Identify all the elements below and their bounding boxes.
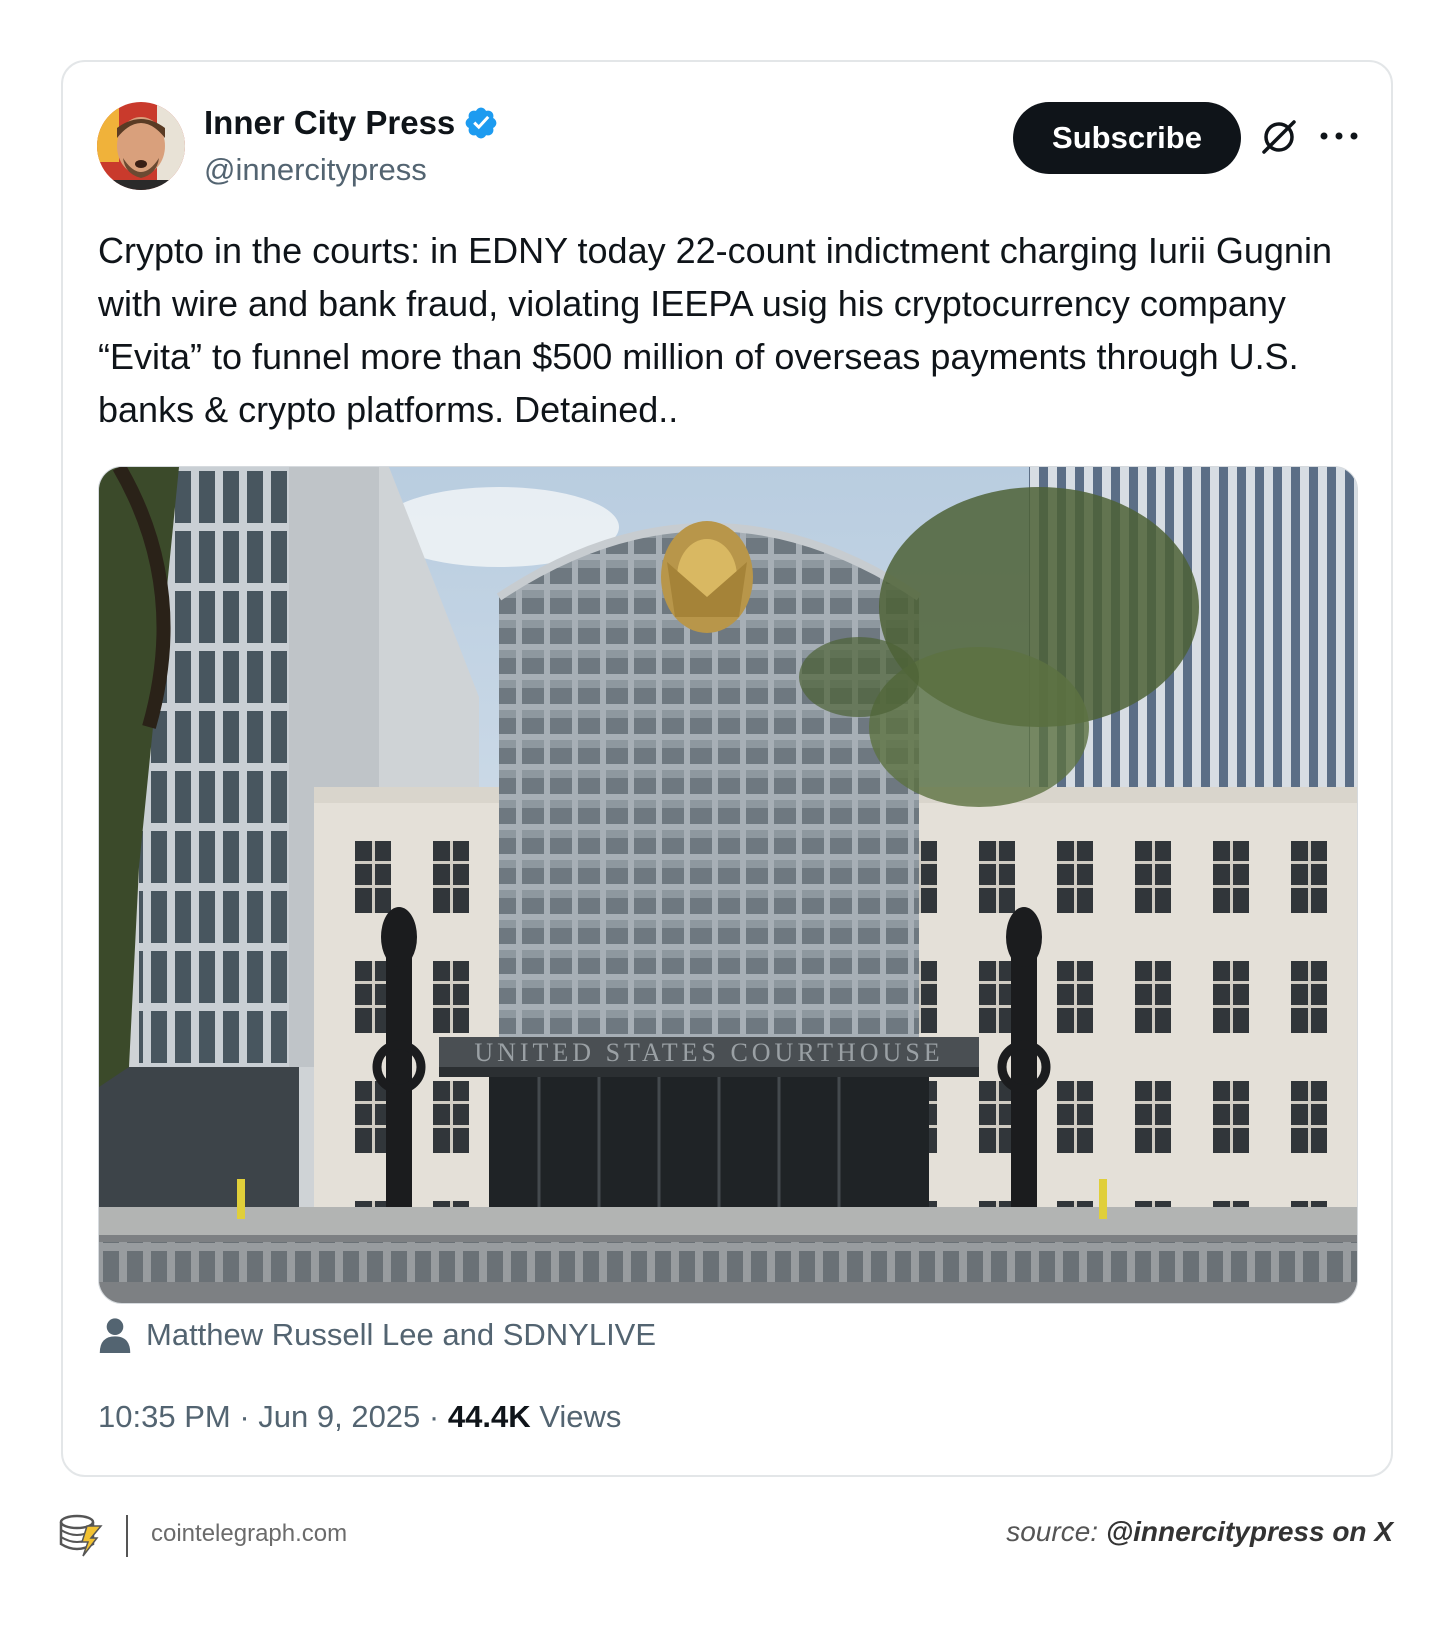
footer-site[interactable]: cointelegraph.com xyxy=(151,1520,347,1548)
tweet-card: Inner City Press @innercitypress Subscri… xyxy=(61,60,1393,1477)
courthouse-sign: UNITED STATES COURTHOUSE xyxy=(474,1038,943,1067)
meta-separator: · xyxy=(230,1399,259,1434)
tweet-image[interactable]: UNITED STATES COURTHOUSE xyxy=(98,466,1358,1304)
avatar[interactable] xyxy=(97,102,185,190)
person-icon xyxy=(99,1318,131,1353)
more-icon[interactable] xyxy=(1318,128,1360,144)
source-prefix: source: xyxy=(1006,1516,1106,1547)
tweet-time[interactable]: 10:35 PM xyxy=(98,1399,231,1434)
verified-badge-icon xyxy=(465,107,497,139)
subscribe-button[interactable]: Subscribe xyxy=(1013,102,1241,174)
tweet-text: Crypto in the courts: in EDNY today 22-c… xyxy=(98,230,1332,430)
meta-separator: · xyxy=(420,1399,448,1434)
courthouse-photo: UNITED STATES COURTHOUSE xyxy=(99,467,1357,1303)
media-credit-text[interactable]: Matthew Russell Lee and SDNYLIVE xyxy=(146,1317,656,1353)
grok-icon[interactable] xyxy=(1258,116,1300,158)
source-credit: source: @innercitypress on X xyxy=(1006,1516,1393,1548)
author-row: Inner City Press xyxy=(204,104,499,142)
author-name[interactable]: Inner City Press xyxy=(204,104,455,142)
source-handle[interactable]: @innercitypress on X xyxy=(1106,1516,1393,1547)
views-label: Views xyxy=(539,1399,622,1434)
footer-divider xyxy=(126,1515,128,1557)
cointelegraph-logo-icon xyxy=(59,1514,103,1557)
views-count: 44.4K xyxy=(447,1399,531,1434)
media-credit: Matthew Russell Lee and SDNYLIVE xyxy=(98,1317,656,1353)
tweet-meta: 10:35 PM · Jun 9, 2025 · 44.4K Views xyxy=(98,1399,621,1435)
author-handle[interactable]: @innercitypress xyxy=(204,152,427,188)
tweet-date[interactable]: Jun 9, 2025 xyxy=(258,1399,420,1434)
